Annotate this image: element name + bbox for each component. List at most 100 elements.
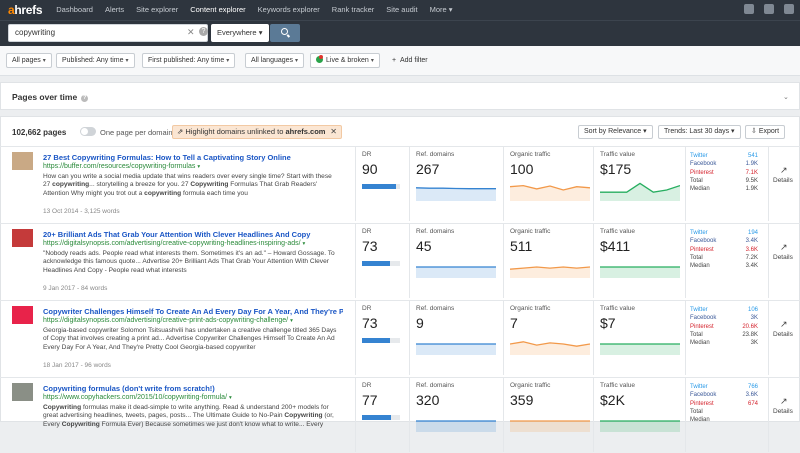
url-dropdown-icon[interactable]: ▾ [197,164,200,170]
result-url-link[interactable]: https://digitalsynopsis.com/advertising/… [43,317,293,324]
twitter-value[interactable]: 106 [748,306,758,314]
details-button[interactable]: ↗ Details [768,224,800,298]
search-button[interactable] [270,24,300,42]
result-url-link[interactable]: https://digitalsynopsis.com/advertising/… [43,240,305,247]
twitter-value[interactable]: 766 [748,383,758,391]
facebook-value[interactable]: 1.9K [746,160,758,168]
nav-dashboard[interactable]: Dashboard [50,0,99,20]
details-button[interactable]: ↗ Details [768,378,800,452]
url-dropdown-icon[interactable]: ▾ [290,318,293,324]
result-title-link[interactable]: 20+ Brilliant Ads That Grab Your Attenti… [43,230,343,239]
page-thumbnail[interactable] [12,229,33,247]
traffic-value-value: $411 [600,238,631,254]
trend-sparkline [510,341,590,355]
pinterest-value[interactable]: 7.1K [746,169,758,177]
export-icon: ⇩ [751,128,757,135]
trends-select[interactable]: Trends: Last 30 days ▾ [658,125,741,139]
facebook-value[interactable]: 3.6K [746,391,758,399]
facebook-value[interactable]: 3.4K [746,237,758,245]
chevron-down-icon[interactable]: ⌄ [783,93,789,101]
pinterest-value[interactable]: 674 [748,400,758,408]
details-button[interactable]: ↗ Details [768,301,800,375]
search-scope-select[interactable]: Everywhere ▾ [211,24,269,42]
organic-traffic-label: Organic traffic [510,151,551,158]
twitter-value[interactable]: 541 [748,152,758,160]
result-description: How can you write a social media update … [43,173,332,197]
pinterest-label: Pinterest [690,323,714,330]
languages-filter[interactable]: All languages ▾ [245,53,305,68]
ref-domains-value[interactable]: 320 [416,392,439,408]
details-label: Details [773,331,793,338]
trend-sparkline [416,187,496,201]
organic-traffic-value[interactable]: 359 [510,392,533,408]
clear-search-icon[interactable]: ✕ [187,27,195,38]
traffic-value-value: $175 [600,161,632,177]
traffic-value-cell: Traffic value $7 [593,301,685,375]
facebook-value[interactable]: 3K [751,314,758,322]
dr-label: DR [362,382,372,389]
dr-label: DR [362,151,372,158]
organic-traffic-value[interactable]: 7 [510,315,518,331]
search-help-icon[interactable]: ? [199,27,208,36]
nav-site-explorer[interactable]: Site explorer [130,0,184,20]
first-published-filter[interactable]: First published: Any time ▾ [142,53,236,68]
url-dropdown-icon[interactable]: ▾ [303,241,306,247]
help-icon[interactable]: ? [81,95,89,102]
trend-sparkline [416,266,496,278]
details-button[interactable]: ↗ Details [768,147,800,221]
nav-site-audit[interactable]: Site audit [380,0,423,20]
facebook-label: Facebook [690,392,717,399]
all-pages-filter[interactable]: All pages ▾ [6,53,52,68]
dr-bar-fill [362,184,397,189]
pinterest-label: Pinterest [690,400,714,407]
result-url-link[interactable]: https://www.copyhackers.com/2015/10/copy… [43,394,232,401]
ref-domains-value[interactable]: 9 [416,315,424,331]
total-label: Total [690,408,703,415]
ref-domains-value[interactable]: 45 [416,238,432,254]
sort-select[interactable]: Sort by Relevance ▾ [578,125,653,139]
nav-rank-tracker[interactable]: Rank tracker [326,0,381,20]
ahrefs-logo[interactable]: ahrefs [8,3,43,17]
dr-bar-fill [362,338,390,343]
twitter-label: Twitter [690,153,708,159]
trend-chart-icon: ↗ [780,396,788,406]
page-thumbnail[interactable] [12,306,33,324]
notifications-icon[interactable] [744,4,754,14]
nav-keywords-explorer[interactable]: Keywords explorer [252,0,326,20]
details-label: Details [773,408,793,415]
live-broken-filter[interactable]: Live & broken ▾ [310,53,380,68]
pinterest-value[interactable]: 20.6K [742,323,758,331]
account-icon[interactable] [784,4,794,14]
organic-traffic-value[interactable]: 100 [510,161,533,177]
page-thumbnail[interactable] [12,152,33,170]
nav-alerts[interactable]: Alerts [99,0,130,20]
nav-content-explorer[interactable]: Content explorer [184,0,251,20]
ref-domains-label: Ref. domains [416,151,455,158]
add-filter-button[interactable]: + Add filter [392,53,428,68]
nav-more[interactable]: More ▾ [424,0,459,20]
organic-traffic-value[interactable]: 511 [510,238,532,254]
one-per-domain-toggle[interactable] [80,127,96,136]
total-value: 23.8K [742,331,758,338]
pinterest-value[interactable]: 3.6K [746,246,758,254]
trend-chart-icon: ↗ [780,165,788,175]
close-icon[interactable]: ✕ [330,126,337,138]
page-thumbnail[interactable] [12,383,33,401]
dr-cell: DR 90 [355,147,406,221]
traffic-value-cell: Traffic value $411 [593,224,685,298]
result-url-link[interactable]: https://buffer.com/resources/copywriting… [43,163,200,170]
ref-domains-value[interactable]: 267 [416,161,439,177]
pages-over-time-panel[interactable] [0,82,800,110]
export-button[interactable]: ⇩ Export [745,125,786,139]
result-title-link[interactable]: 27 Best Copywriting Formulas: How to Tel… [43,153,343,162]
ref-domains-label: Ref. domains [416,382,455,389]
settings-icon[interactable] [764,4,774,14]
highlight-unlinked-button[interactable]: ⇗ Highlight domains unlinked to ahrefs.c… [172,125,342,139]
url-dropdown-icon[interactable]: ▾ [229,395,232,401]
details-label: Details [773,254,793,261]
twitter-value[interactable]: 194 [748,229,758,237]
result-title-link[interactable]: Copywriting formulas (don't write from s… [43,384,343,393]
published-filter[interactable]: Published: Any time ▾ [56,53,135,68]
result-title-link[interactable]: Copywriter Challenges Himself To Create … [43,307,343,316]
search-input[interactable]: copywriting [8,24,208,42]
